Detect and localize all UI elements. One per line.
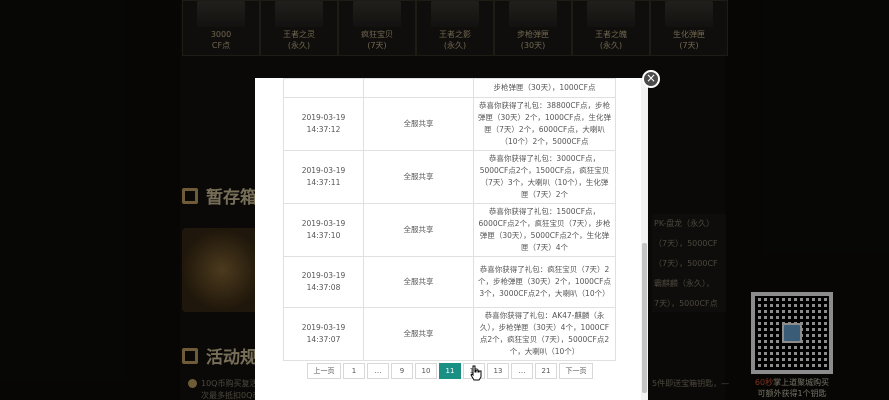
time-text: 14:37:11: [306, 178, 341, 187]
content-cell: 恭喜你获得了礼包：3000CF点，5000CF点2个，1500CF点，疯狂宝贝（…: [473, 150, 616, 204]
date-text: 2019-03-19: [301, 166, 346, 175]
date-cell: 2019-03-19 14:37:07: [283, 307, 364, 361]
table-row: 2019-03-19 14:37:12 全服共享 恭喜你获得了礼包：38800CF…: [283, 97, 616, 151]
table-row: 2019-03-19 14:37:08 全服共享 恭喜你获得了礼包：疯狂宝贝（7天…: [283, 256, 616, 308]
table-row: 2019-03-19 14:37:10 全服共享 恭喜你获得了礼包：1500CF点…: [283, 203, 616, 257]
page-button[interactable]: 10: [415, 363, 437, 379]
table-row: 步枪弹匣（30天），1000CF点: [283, 78, 616, 98]
table-row: 2019-03-19 14:37:07 全服共享 恭喜你获得了礼包：AK47-麒麟…: [283, 307, 616, 361]
hand-cursor-shape: [470, 365, 482, 381]
time-text: 14:37:07: [306, 335, 341, 344]
time-text: 14:37:10: [306, 231, 341, 240]
prev-page-button[interactable]: 上一页: [307, 363, 341, 379]
date-cell: 2019-03-19 14:37:10: [283, 203, 364, 257]
date-text: 2019-03-19: [301, 113, 346, 122]
content-cell: 步枪弹匣（30天），1000CF点: [473, 78, 616, 98]
server-cell: 全服共享: [363, 203, 474, 257]
page-button[interactable]: 13: [487, 363, 509, 379]
content-cell: 恭喜你获得了礼包：38800CF点，步枪弹匣（30天）2个，1000CF点，生化…: [473, 97, 616, 151]
server-cell: [363, 78, 474, 98]
page-ellipsis: …: [367, 363, 389, 379]
server-cell: 全服共享: [363, 97, 474, 151]
next-page-button[interactable]: 下一页: [559, 363, 593, 379]
content-cell: 恭喜你获得了礼包：疯狂宝贝（7天）2个，步枪弹匣（30天）2个，1000CF点3…: [473, 256, 616, 308]
page-button[interactable]: 21: [535, 363, 557, 379]
close-modal-button[interactable]: ×: [642, 70, 660, 88]
server-cell: 全服共享: [363, 307, 474, 361]
scrollbar-thumb[interactable]: [642, 243, 647, 393]
content-cell: 恭喜你获得了礼包：1500CF点，6000CF点2个，疯狂宝贝（7天），步枪弹匣…: [473, 203, 616, 257]
server-cell: 全服共享: [363, 150, 474, 204]
date-cell: 2019-03-19 14:37:11: [283, 150, 364, 204]
gift-history-table: 步枪弹匣（30天），1000CF点 2019-03-19 14:37:12 全服共…: [283, 78, 616, 361]
date-cell: [283, 78, 364, 98]
date-cell: 2019-03-19 14:37:08: [283, 256, 364, 308]
time-text: 14:37:08: [306, 283, 341, 292]
date-text: 2019-03-19: [301, 323, 346, 332]
server-cell: 全服共享: [363, 256, 474, 308]
page-button[interactable]: 9: [391, 363, 413, 379]
page-ellipsis: …: [511, 363, 533, 379]
date-text: 2019-03-19: [301, 271, 346, 280]
gift-history-modal: 步枪弹匣（30天），1000CF点 2019-03-19 14:37:12 全服共…: [255, 78, 648, 400]
history-table-wrap: 步枪弹匣（30天），1000CF点 2019-03-19 14:37:12 全服共…: [283, 78, 616, 361]
date-cell: 2019-03-19 14:37:12: [283, 97, 364, 151]
modal-scrollbar[interactable]: [641, 78, 648, 400]
content-cell: 恭喜你获得了礼包：AK47-麒麟（永久），步枪弹匣（30天）4个，1000CF点…: [473, 307, 616, 361]
page-button[interactable]: 1: [343, 363, 365, 379]
close-icon: ×: [645, 71, 657, 85]
pagination: 上一页 1 … 9 10 11 12 13 … 21 下一页: [307, 363, 593, 379]
table-row: 2019-03-19 14:37:11 全服共享 恭喜你获得了礼包：3000CF点…: [283, 150, 616, 204]
time-text: 14:37:12: [306, 125, 341, 134]
current-page-button[interactable]: 11: [439, 363, 461, 379]
date-text: 2019-03-19: [301, 219, 346, 228]
